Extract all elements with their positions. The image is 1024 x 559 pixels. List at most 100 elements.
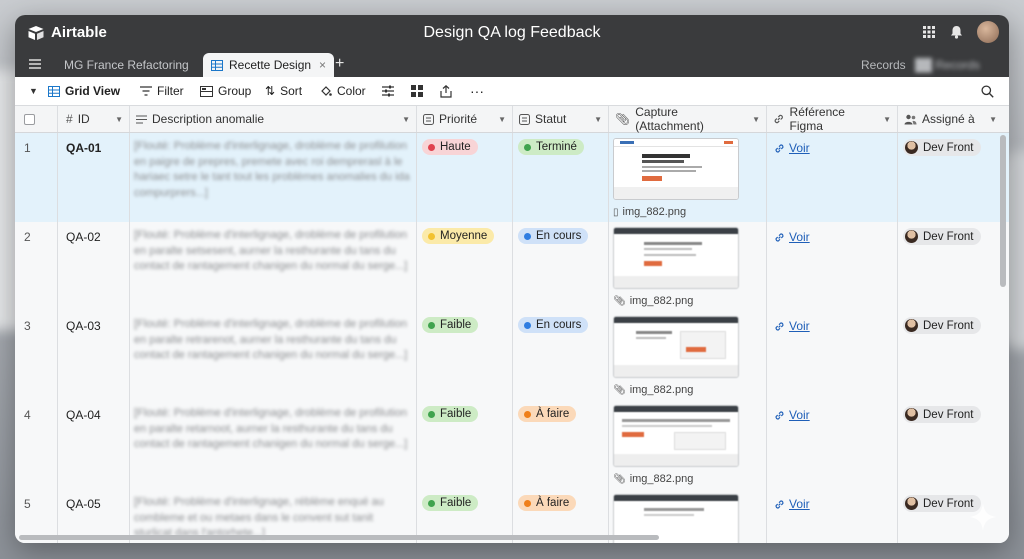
select-all-checkbox[interactable] [24,113,35,125]
status-dot [524,232,531,240]
link-icon [775,499,784,509]
priority-badge-moyenne[interactable]: Moyenne [422,228,495,244]
link-icon [774,114,783,124]
attachment-thumbnail[interactable] [613,405,739,467]
attachment-thumbnail[interactable] [613,316,739,378]
figma-link[interactable]: Voir [774,230,810,244]
attachment-thumbnail[interactable] [613,227,739,289]
group-button[interactable]: Group [200,77,251,105]
select-all-cell[interactable] [15,106,58,132]
assignee-avatar [905,497,918,510]
column-header-label: Description anomalie [152,112,265,126]
description-blurred[interactable]: [Flouté: Problème d'interlignage, droblè… [134,317,412,364]
qa-id[interactable]: QA-03 [66,319,101,333]
vertical-scrollbar[interactable] [1000,135,1006,287]
column-header-assignee[interactable]: Assigné à ▼ [898,106,1009,132]
view-switcher-chevron-icon[interactable]: ▼ [29,77,38,105]
priority-badge-faible[interactable]: Faible [422,406,479,422]
table-row[interactable]: 1 QA-01 [Flouté: Problème d'interlignage… [15,133,1009,223]
qa-id[interactable]: QA-05 [66,497,101,511]
window-title: Design QA log Feedback [423,24,601,41]
sliders-icon [382,85,394,97]
chevron-down-icon[interactable]: ▼ [498,115,506,124]
status-badge-a-faire[interactable]: À faire [518,495,577,511]
assignee-chip[interactable]: Dev Front [903,139,981,156]
row-height-button[interactable] [382,77,394,105]
table-row[interactable]: 3 QA-03 [Flouté: Problème d'interlignage… [15,311,1009,401]
search-button[interactable] [981,77,994,105]
qa-id[interactable]: QA-02 [66,230,101,244]
status-dot [524,143,531,151]
assignee-chip[interactable]: Dev Front [903,228,981,245]
row-number: 1 [24,141,31,155]
priority-badge-faible[interactable]: Faible [422,317,479,333]
attachment-filename[interactable]: 📎︎ img_882.png [613,384,693,396]
qa-id[interactable]: QA-04 [66,408,101,422]
chevron-down-icon[interactable]: ▼ [752,115,760,124]
apps-grid-icon[interactable] [922,25,936,39]
priority-label: Moyenne [440,230,488,242]
assignee-chip[interactable]: Dev Front [903,317,981,334]
description-blurred[interactable]: [Flouté: Problème d'interlignage, droblè… [134,406,412,453]
close-tab-icon[interactable]: × [319,58,326,72]
figma-link[interactable]: Voir [774,141,810,155]
priority-badge-haute[interactable]: Haute [422,139,478,155]
figma-link[interactable]: Voir [774,497,810,511]
figma-link[interactable]: Voir [774,408,810,422]
table-row[interactable]: 4 QA-04 [Flouté: Problème d'interlignage… [15,400,1009,490]
add-tab-button[interactable]: + [335,55,344,73]
status-badge-en-cours[interactable]: En cours [518,228,589,244]
chevron-down-icon[interactable]: ▼ [594,115,602,124]
filename-label: img_882.png [629,473,694,485]
row-number: 4 [24,408,31,422]
layout-grid-icon [411,85,423,97]
layout-button[interactable] [411,77,423,105]
priority-badge-faible[interactable]: Faible [422,495,479,511]
row-number: 3 [24,319,31,333]
filter-button[interactable]: Filter [140,77,184,105]
status-badge-en-cours[interactable]: En cours [518,317,589,333]
description-blurred[interactable]: [Flouté: Problème d'interlignage, droblè… [134,228,412,275]
tab-recette-design[interactable]: Recette Design × [203,53,335,77]
sort-button[interactable]: ⇅ Sort [265,77,302,105]
more-options-icon[interactable]: ··· [470,77,484,105]
single-select-icon [519,113,530,125]
share-button[interactable] [440,77,452,105]
color-label: Color [337,84,366,98]
horizontal-scrollbar[interactable] [19,535,659,540]
attachment-filename[interactable]: 📎︎ img_882.png [613,295,693,307]
description-blurred[interactable]: [Flouté: Problème d'interlignage, droblè… [134,139,412,201]
chevron-down-icon[interactable]: ▼ [115,115,123,124]
tab-mg-france-refactoring[interactable]: MG France Refactoring [64,53,189,77]
column-header-figma[interactable]: Référence Figma ▼ [767,105,898,133]
notification-bell-icon[interactable] [950,25,963,39]
color-button[interactable]: Color [320,77,366,105]
status-dot [524,499,531,507]
column-header-description[interactable]: Description anomalie ▼ [130,106,417,132]
table-row[interactable]: 2 QA-02 [Flouté: Problème d'interlignage… [15,222,1009,312]
user-avatar[interactable] [977,21,999,43]
link-label: Voir [789,230,810,244]
assignee-chip[interactable]: Dev Front [903,406,981,423]
column-header-capture[interactable]: 📎︎ Capture (Attachment) ▼ [609,105,767,133]
chevron-down-icon[interactable]: ▼ [989,115,997,124]
attachment-filename[interactable]: ▯ img_882.png [613,206,686,218]
column-header-priority[interactable]: Priorité ▼ [417,106,513,132]
attachment-thumbnail[interactable] [613,138,739,200]
sparkle-icon [969,503,997,531]
status-label: À faire [536,497,570,509]
grid-view-button[interactable]: Grid View [48,77,120,105]
search-icon [981,84,994,98]
link-label: Voir [789,141,810,155]
figma-link[interactable]: Voir [774,319,810,333]
hamburger-menu-icon[interactable] [29,59,41,69]
status-badge-a-faire[interactable]: À faire [518,406,577,422]
chevron-down-icon[interactable]: ▼ [402,115,410,124]
attachment-filename[interactable]: 📎︎ img_882.png [613,473,693,485]
qa-id[interactable]: QA-01 [66,141,101,155]
status-badge-termine[interactable]: Terminé [518,139,584,155]
column-header-status[interactable]: Statut ▼ [513,106,609,132]
title-bar: Airtable Design QA log Feedback [15,15,1009,52]
column-header-id[interactable]: # ID ▼ [58,106,130,132]
chevron-down-icon[interactable]: ▼ [883,115,891,124]
